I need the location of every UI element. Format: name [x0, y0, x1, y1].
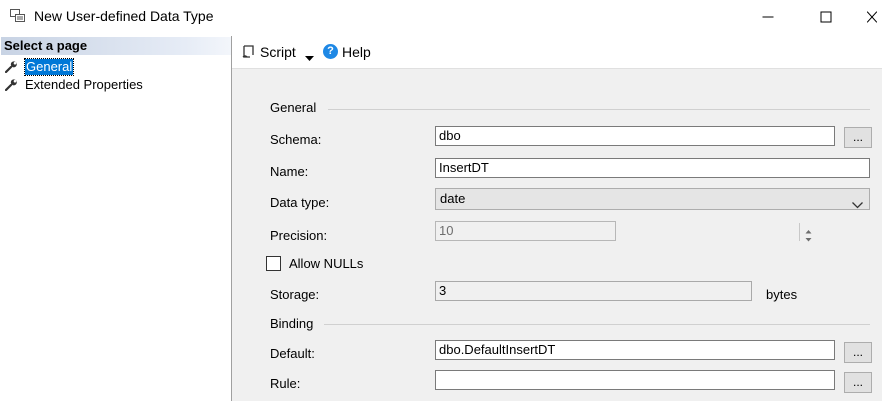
- default-browse-button[interactable]: ...: [844, 342, 872, 363]
- toolbar: Script ? Help: [232, 36, 882, 69]
- wrench-icon: [4, 79, 18, 92]
- data-type-select[interactable]: date: [435, 188, 870, 210]
- rule-label: Rule:: [270, 376, 301, 391]
- storage-field: 3: [435, 281, 752, 301]
- group-divider: [324, 324, 870, 325]
- schema-label: Schema:: [270, 132, 322, 147]
- close-button[interactable]: [862, 4, 882, 30]
- data-type-window-icon: [10, 9, 26, 23]
- minimize-button[interactable]: [748, 4, 788, 30]
- page-item-label: Extended Properties: [25, 77, 143, 92]
- page-item-label: General: [23, 58, 75, 76]
- schema-browse-button[interactable]: ...: [844, 127, 872, 148]
- script-icon[interactable]: [241, 44, 256, 62]
- maximize-button[interactable]: [806, 4, 846, 30]
- spin-down-icon[interactable]: [799, 232, 817, 242]
- window-title: New User-defined Data Type: [34, 8, 214, 24]
- rule-field[interactable]: [435, 370, 835, 390]
- pane-header: Select a page: [1, 37, 231, 55]
- help-button[interactable]: Help: [342, 44, 371, 60]
- data-type-value: date: [440, 191, 466, 206]
- data-type-label: Data type:: [270, 195, 330, 210]
- storage-label: Storage:: [270, 287, 320, 302]
- allow-nulls-checkbox[interactable]: [266, 256, 281, 271]
- storage-unit: bytes: [766, 287, 798, 302]
- title-bar: New User-defined Data Type: [0, 0, 882, 34]
- wrench-icon: [4, 61, 18, 74]
- name-field[interactable]: InsertDT: [435, 158, 870, 178]
- rule-browse-button[interactable]: ...: [844, 372, 872, 393]
- default-field[interactable]: dbo.DefaultInsertDT: [435, 340, 835, 360]
- precision-spin: [799, 223, 817, 242]
- general-group-title: General: [270, 100, 317, 115]
- properties-pane: Script ? Help General Schema: dbo ... Na…: [232, 36, 882, 401]
- script-dropdown-arrow-icon[interactable]: [305, 49, 314, 64]
- script-button[interactable]: Script: [260, 44, 296, 60]
- name-label: Name:: [270, 164, 309, 179]
- chevron-down-icon: [852, 195, 863, 215]
- default-label: Default:: [270, 346, 315, 361]
- group-divider: [328, 109, 870, 110]
- precision-label: Precision:: [270, 228, 328, 243]
- schema-field[interactable]: dbo: [435, 126, 835, 146]
- binding-group-title: Binding: [270, 316, 314, 331]
- page-selector-pane: Select a page General Extended Propertie…: [0, 36, 232, 401]
- precision-stepper[interactable]: 10: [435, 221, 812, 242]
- general-page-content: General Schema: dbo ... Name: InsertDT D…: [232, 69, 882, 401]
- precision-value: 10: [439, 223, 454, 238]
- help-icon[interactable]: ?: [323, 44, 338, 59]
- spin-up-icon[interactable]: [799, 223, 817, 234]
- allow-nulls-label: Allow NULLs: [289, 256, 364, 271]
